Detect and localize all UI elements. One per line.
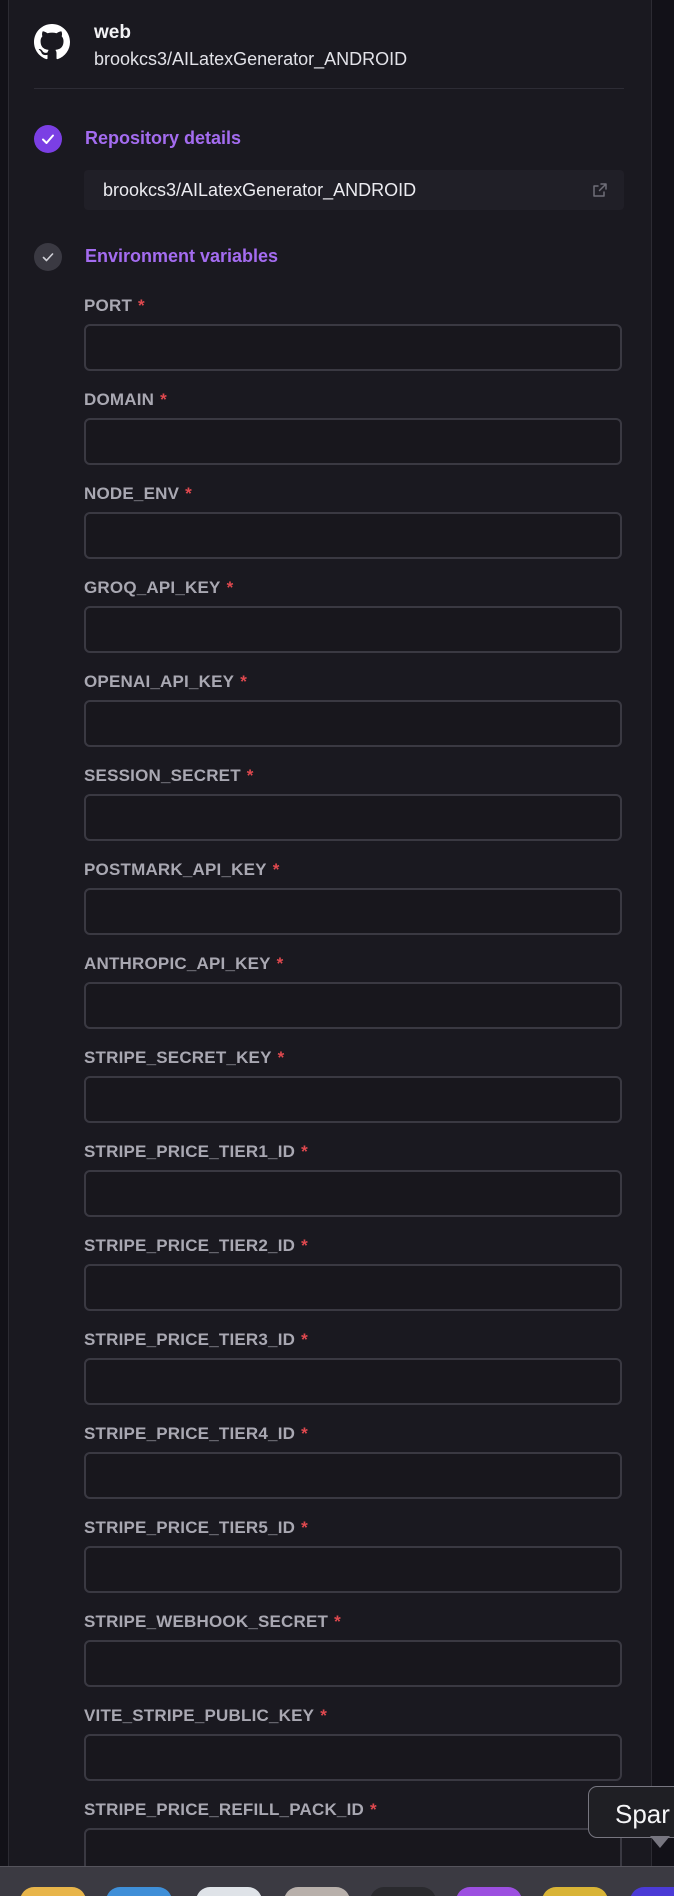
env-input-port[interactable] bbox=[84, 324, 622, 371]
required-marker: * bbox=[226, 578, 234, 597]
env-var-name: STRIPE_PRICE_TIER5_ID bbox=[84, 1518, 296, 1537]
required-marker: * bbox=[185, 484, 192, 503]
env-input-vite-stripe-public-key[interactable] bbox=[84, 1734, 622, 1781]
env-label-anthropic-api-key: ANTHROPIC_API_KEY * bbox=[84, 954, 284, 974]
env-label-stripe-price-tier3-id: STRIPE_PRICE_TIER3_ID * bbox=[84, 1330, 308, 1350]
env-var-name: ANTHROPIC_API_KEY bbox=[84, 954, 271, 973]
required-marker: * bbox=[272, 860, 280, 879]
check-icon bbox=[42, 134, 54, 144]
env-input-openai-api-key[interactable] bbox=[84, 700, 622, 747]
required-marker: * bbox=[320, 1706, 328, 1725]
required-marker: * bbox=[301, 1142, 308, 1161]
env-label-stripe-price-tier4-id: STRIPE_PRICE_TIER4_ID * bbox=[84, 1424, 308, 1444]
env-input-domain[interactable] bbox=[84, 418, 622, 465]
env-input-stripe-price-tier5-id[interactable] bbox=[84, 1546, 622, 1593]
required-marker: * bbox=[246, 766, 254, 785]
step-pending-indicator bbox=[34, 243, 62, 271]
repository-header: web brookcs3/AILatexGenerator_ANDROID bbox=[34, 18, 624, 89]
env-label-stripe-price-refill-pack-id: STRIPE_PRICE_REFILL_PACK_ID * bbox=[84, 1800, 377, 1820]
env-var-name: STRIPE_PRICE_TIER3_ID bbox=[84, 1330, 296, 1349]
step-title: Environment variables bbox=[85, 246, 279, 266]
required-marker: * bbox=[160, 390, 167, 409]
env-var-name: STRIPE_PRICE_TIER2_ID bbox=[84, 1236, 296, 1255]
env-var-name: VITE_STRIPE_PUBLIC_KEY bbox=[84, 1706, 315, 1725]
env-input-stripe-secret-key[interactable] bbox=[84, 1076, 622, 1123]
env-label-stripe-secret-key: STRIPE_SECRET_KEY * bbox=[84, 1048, 284, 1068]
env-input-stripe-price-tier3-id[interactable] bbox=[84, 1358, 622, 1405]
required-marker: * bbox=[334, 1612, 341, 1631]
env-label-postmark-api-key: POSTMARK_API_KEY * bbox=[84, 860, 280, 880]
required-marker: * bbox=[276, 954, 284, 973]
env-var-name: STRIPE_WEBHOOK_SECRET bbox=[84, 1612, 329, 1631]
env-label-domain: DOMAIN * bbox=[84, 390, 167, 410]
env-label-stripe-webhook-secret: STRIPE_WEBHOOK_SECRET * bbox=[84, 1612, 341, 1632]
env-var-name: OPENAI_API_KEY bbox=[84, 672, 235, 691]
env-label-session-secret: SESSION_SECRET * bbox=[84, 766, 254, 786]
required-marker: * bbox=[301, 1330, 308, 1349]
step-environment-variables: Environment variables bbox=[34, 243, 634, 273]
repo-full-name: brookcs3/AILatexGenerator_ANDROID bbox=[94, 49, 408, 69]
step-done-indicator bbox=[34, 125, 62, 153]
env-input-session-secret[interactable] bbox=[84, 794, 622, 841]
env-input-groq-api-key[interactable] bbox=[84, 606, 622, 653]
env-input-stripe-price-tier1-id[interactable] bbox=[84, 1170, 622, 1217]
required-marker: * bbox=[301, 1518, 308, 1537]
dock-app-safari[interactable] bbox=[196, 1887, 262, 1896]
dock-app-indigo[interactable] bbox=[630, 1887, 674, 1896]
env-var-name: STRIPE_SECRET_KEY bbox=[84, 1048, 272, 1067]
env-label-groq-api-key: GROQ_API_KEY * bbox=[84, 578, 233, 598]
right-panel-edge bbox=[651, 0, 674, 1866]
env-var-name: STRIPE_PRICE_TIER4_ID bbox=[84, 1424, 296, 1443]
required-marker: * bbox=[138, 296, 145, 315]
env-var-name: DOMAIN bbox=[84, 390, 155, 409]
repository-name: brookcs3/AILatexGenerator_ANDROID bbox=[103, 180, 417, 200]
env-input-stripe-webhook-secret[interactable] bbox=[84, 1640, 622, 1687]
dock-app-finder[interactable] bbox=[106, 1887, 172, 1896]
step-repository-details: Repository details bbox=[34, 125, 634, 155]
tooltip-pointer bbox=[650, 1836, 670, 1848]
env-var-name: STRIPE_PRICE_TIER1_ID bbox=[84, 1142, 296, 1161]
env-input-anthropic-api-key[interactable] bbox=[84, 982, 622, 1029]
env-input-postmark-api-key[interactable] bbox=[84, 888, 622, 935]
env-input-stripe-price-tier2-id[interactable] bbox=[84, 1264, 622, 1311]
dock-app-podcasts[interactable] bbox=[456, 1887, 522, 1896]
check-icon bbox=[42, 253, 54, 262]
dock-app-calendar[interactable] bbox=[284, 1887, 350, 1896]
env-var-name: POSTMARK_API_KEY bbox=[84, 860, 267, 879]
repo-kind-label: web bbox=[94, 22, 131, 43]
env-label-vite-stripe-public-key: VITE_STRIPE_PUBLIC_KEY * bbox=[84, 1706, 327, 1726]
dock-tooltip: Spar bbox=[588, 1786, 674, 1838]
step-title: Repository details bbox=[85, 128, 242, 148]
env-var-name: PORT bbox=[84, 296, 133, 315]
github-icon bbox=[34, 24, 70, 60]
env-label-stripe-price-tier2-id: STRIPE_PRICE_TIER2_ID * bbox=[84, 1236, 308, 1256]
dock bbox=[0, 1866, 674, 1896]
required-marker: * bbox=[301, 1236, 308, 1255]
env-var-name: GROQ_API_KEY bbox=[84, 578, 221, 597]
dock-app-notes[interactable] bbox=[20, 1887, 86, 1896]
required-marker: * bbox=[277, 1048, 285, 1067]
external-link-icon[interactable] bbox=[592, 182, 608, 198]
env-label-stripe-price-tier5-id: STRIPE_PRICE_TIER5_ID * bbox=[84, 1518, 308, 1538]
dock-app-terminal[interactable] bbox=[370, 1887, 436, 1896]
left-panel-edge bbox=[0, 0, 9, 1866]
env-label-node-env: NODE_ENV * bbox=[84, 484, 192, 504]
env-var-name: SESSION_SECRET bbox=[84, 766, 241, 785]
env-var-name: NODE_ENV bbox=[84, 484, 180, 503]
env-var-name: STRIPE_PRICE_REFILL_PACK_ID bbox=[84, 1800, 364, 1819]
env-label-port: PORT * bbox=[84, 296, 145, 316]
env-input-stripe-price-tier4-id[interactable] bbox=[84, 1452, 622, 1499]
env-label-stripe-price-tier1-id: STRIPE_PRICE_TIER1_ID * bbox=[84, 1142, 308, 1162]
env-label-openai-api-key: OPENAI_API_KEY * bbox=[84, 672, 247, 692]
tooltip-text: Spar bbox=[615, 1799, 670, 1829]
dock-app-banana[interactable] bbox=[542, 1887, 608, 1896]
required-marker: * bbox=[240, 672, 248, 691]
env-input-node-env[interactable] bbox=[84, 512, 622, 559]
required-marker: * bbox=[301, 1424, 308, 1443]
repository-link[interactable]: brookcs3/AILatexGenerator_ANDROID bbox=[84, 170, 624, 210]
page: web brookcs3/AILatexGenerator_ANDROID Re… bbox=[0, 0, 674, 1896]
required-marker: * bbox=[369, 1800, 377, 1819]
